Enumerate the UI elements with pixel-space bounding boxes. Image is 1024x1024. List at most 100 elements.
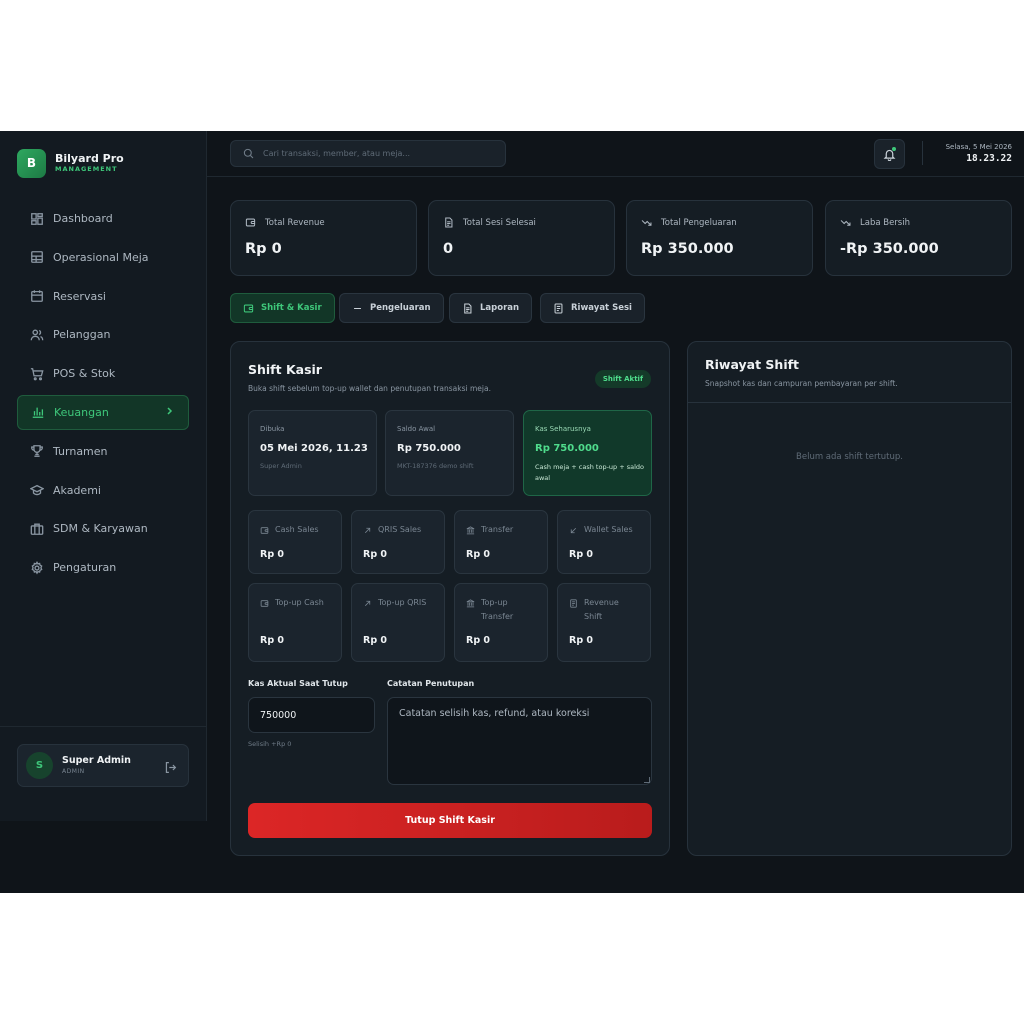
info-label: Kas Seharusnya	[535, 425, 591, 433]
logout-button[interactable]	[164, 759, 177, 773]
search-input[interactable]	[263, 149, 493, 158]
panel-divider	[688, 402, 1011, 403]
sidebar-item-pengaturan[interactable]: Pengaturan	[17, 550, 189, 585]
metric-topup-cash: Top-up Cash Rp 0	[248, 583, 342, 662]
metric-value: Rp 0	[569, 549, 594, 560]
sidebar-item-label: SDM & Karyawan	[53, 522, 148, 536]
stat-label: Total Pengeluaran	[661, 217, 737, 228]
wallet-icon	[243, 304, 254, 312]
sidebar-item-akademi[interactable]: Akademi	[17, 473, 189, 508]
sidebar-item-label: Turnamen	[53, 444, 108, 458]
sidebar-item-keuangan[interactable]: Keuangan	[17, 394, 189, 430]
metric-label: Top-up QRIS	[378, 598, 427, 607]
wallet-icon	[260, 527, 269, 534]
bank-icon	[466, 599, 475, 608]
brand-name: Bilyard Pro	[55, 152, 124, 165]
chevron-right-icon	[167, 407, 173, 415]
textarea-resize-handle[interactable]	[644, 777, 650, 783]
stat-label: Total Revenue	[265, 217, 325, 228]
search-box[interactable]	[230, 140, 506, 167]
cash-field-label: Kas Aktual Saat Tutup	[248, 679, 348, 688]
metric-label: Revenue Shift	[584, 598, 619, 621]
panel-subtitle: Snapshot kas dan campuran pembayaran per…	[705, 379, 898, 388]
close-shift-button[interactable]: Tutup Shift Kasir	[248, 803, 652, 838]
info-label: Dibuka	[260, 425, 285, 433]
tab-label: Pengeluaran	[370, 303, 431, 313]
user-card[interactable]: S Super Admin ADMIN	[17, 744, 189, 787]
sidebar-item-label: Reservasi	[53, 289, 106, 303]
logout-icon	[165, 762, 177, 773]
arrow-down-left-icon	[570, 527, 577, 534]
status-badge: Shift Aktif	[594, 370, 651, 388]
metric-value: Rp 0	[260, 635, 285, 646]
sidebar-divider	[0, 726, 207, 727]
header-divider	[922, 141, 923, 165]
metric-value: Rp 0	[363, 635, 388, 646]
stat-value: -Rp 350.000	[840, 241, 939, 257]
empty-state: Belum ada shift tertutup.	[796, 452, 903, 462]
cash-actual-input[interactable]	[248, 697, 375, 733]
sidebar-item-sdm-karyawan[interactable]: SDM & Karyawan	[17, 511, 189, 546]
panel-title: Shift Kasir	[248, 362, 322, 377]
brand-subtitle: MANAGEMENT	[55, 165, 118, 173]
closing-notes-textarea[interactable]	[387, 697, 652, 785]
sidebar-item-turnamen[interactable]: Turnamen	[17, 434, 189, 469]
document-icon	[445, 217, 453, 228]
brand-logo: B	[17, 148, 46, 178]
riwayat-shift-panel: Riwayat Shift Snapshot kas dan campuran …	[687, 341, 1012, 856]
metric-value: Rp 0	[466, 635, 491, 646]
info-value: Rp 750.000	[535, 443, 599, 454]
info-card-saldo-awal: Saldo Awal Rp 750.000 MKT-187376 demo sh…	[385, 410, 514, 496]
arrow-up-right-icon	[364, 527, 371, 534]
sidebar-item-reservasi[interactable]: Reservasi	[17, 279, 189, 314]
tab-pengeluaran[interactable]: Pengeluaran	[339, 293, 444, 323]
sidebar-item-pos-stok[interactable]: POS & Stok	[17, 356, 189, 391]
stat-card-total-revenue: Total Revenue Rp 0	[230, 200, 417, 276]
info-card-kas-seharusnya: Kas Seharusnya Rp 750.000 Cash meja + ca…	[523, 410, 652, 496]
calendar-icon	[31, 290, 43, 302]
metric-label: Top-up Cash	[275, 598, 324, 607]
stat-label: Total Sesi Selesai	[463, 217, 536, 228]
sidebar-item-label: Keuangan	[54, 405, 109, 419]
current-time: 18.23.22	[966, 153, 1012, 164]
dashboard-icon	[31, 212, 43, 225]
app-window: B Bilyard Pro MANAGEMENT Dashboard Opera…	[0, 131, 1024, 893]
notes-field-label: Catatan Penutupan	[387, 679, 475, 688]
bar-chart-icon	[32, 408, 44, 419]
panel-subtitle: Buka shift sebelum top-up wallet dan pen…	[248, 384, 491, 393]
wallet-icon	[245, 218, 256, 227]
metric-value: Rp 0	[466, 549, 491, 560]
metric-cash-sales: Cash Sales Rp 0	[248, 510, 342, 574]
sidebar-item-label: POS & Stok	[53, 367, 116, 381]
tab-shift-kasir[interactable]: Shift & Kasir	[230, 293, 335, 323]
tab-label: Laporan	[480, 303, 520, 313]
shift-kasir-panel: Shift Kasir Buka shift sebelum top-up wa…	[230, 341, 670, 856]
sidebar-nav: Dashboard Operasional Meja Reservasi Pel…	[17, 201, 189, 589]
sidebar-item-pelanggan[interactable]: Pelanggan	[17, 317, 189, 352]
gear-icon	[31, 560, 43, 575]
trend-down-icon	[840, 220, 851, 226]
brand[interactable]: B Bilyard Pro MANAGEMENT	[17, 148, 124, 178]
arrow-up-right-icon	[364, 600, 371, 607]
notification-button[interactable]	[874, 139, 905, 169]
panel-title: Riwayat Shift	[705, 357, 800, 372]
metric-label: QRIS Sales	[378, 525, 422, 534]
sidebar-item-dashboard[interactable]: Dashboard	[17, 201, 189, 236]
sidebar-item-label: Pengaturan	[53, 561, 117, 575]
sidebar-item-operasional-meja[interactable]: Operasional Meja	[17, 240, 189, 275]
user-role: ADMIN	[62, 768, 85, 775]
metric-transfer: Transfer Rp 0	[454, 510, 548, 574]
info-label: Saldo Awal	[397, 425, 436, 433]
tab-laporan[interactable]: Laporan	[449, 293, 533, 323]
sidebar-item-label: Operasional Meja	[53, 250, 149, 264]
tab-label: Riwayat Sesi	[571, 303, 632, 313]
search-icon	[243, 148, 254, 159]
metric-label: Top-up Transfer	[481, 598, 514, 621]
stat-value: Rp 0	[245, 241, 282, 257]
bank-icon	[466, 526, 475, 535]
tab-riwayat-sesi[interactable]: Riwayat Sesi	[540, 293, 645, 323]
metric-wallet-sales: Wallet Sales Rp 0	[557, 510, 651, 574]
stat-value: 0	[443, 241, 454, 257]
info-value: 05 Mei 2026, 11.23	[260, 443, 368, 454]
trophy-icon	[31, 445, 43, 458]
